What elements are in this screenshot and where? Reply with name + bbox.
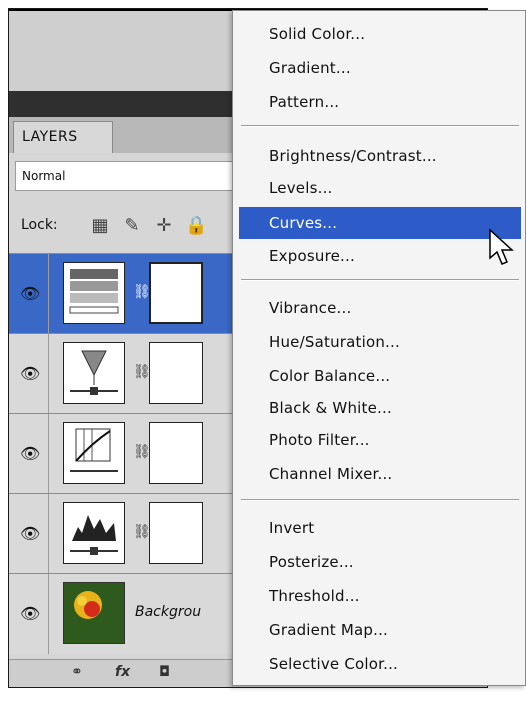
menu-separator [241, 279, 519, 281]
menu-item-gradient-map[interactable]: Gradient Map... [239, 615, 521, 645]
lock-transparent-icon[interactable]: ▦ [89, 215, 111, 237]
fx-icon[interactable]: fx [115, 664, 130, 680]
menu-item-pattern[interactable]: Pattern... [239, 87, 521, 117]
mask-icon[interactable]: ◘ [159, 664, 170, 680]
menu-item-selective-color[interactable]: Selective Color... [239, 649, 521, 679]
menu-item-curves[interactable]: Curves... [239, 207, 521, 239]
menu-item-brightness-contrast[interactable]: Brightness/Contrast... [239, 141, 521, 171]
menu-item-threshold[interactable]: Threshold... [239, 581, 521, 611]
mouse-cursor-icon [489, 228, 514, 265]
layer-name-background[interactable]: Backgrou [135, 604, 201, 620]
eye-icon: 👁 [20, 364, 41, 383]
menu-item-vibrance[interactable]: Vibrance... [239, 293, 521, 323]
visibility-toggle[interactable]: 👁 [9, 494, 49, 574]
menu-item-photo-filter[interactable]: Photo Filter... [239, 425, 521, 455]
visibility-toggle[interactable]: 👁 [9, 334, 49, 414]
menu-item-hue-saturation[interactable]: Hue/Saturation... [239, 327, 521, 357]
menu-item-color-balance[interactable]: Color Balance... [239, 361, 521, 391]
layer-mask-thumbnail[interactable] [149, 342, 203, 404]
layer-mask-thumbnail[interactable] [149, 262, 203, 324]
visibility-toggle[interactable]: 👁 [9, 254, 49, 334]
menu-item-levels[interactable]: Levels... [239, 173, 521, 203]
eye-icon: 👁 [20, 444, 41, 463]
lock-label: Lock: [21, 217, 58, 233]
menu-item-invert[interactable]: Invert [239, 513, 521, 543]
curves-adjustment-icon [63, 422, 125, 484]
layer-mask-thumbnail[interactable] [149, 502, 203, 564]
menu-item-gradient[interactable]: Gradient... [239, 53, 521, 83]
menu-item-exposure[interactable]: Exposure... [239, 241, 521, 271]
gradient-adjustment-icon [63, 262, 125, 324]
visibility-toggle[interactable]: 👁 [9, 574, 49, 654]
lock-all-icon[interactable]: 🔒 [185, 215, 207, 237]
lock-brush-icon[interactable]: ✎ [121, 215, 143, 237]
menu-item-posterize[interactable]: Posterize... [239, 547, 521, 577]
eye-icon: 👁 [20, 524, 41, 543]
menu-item-solid-color[interactable]: Solid Color... [239, 19, 521, 49]
levels-adjustment-icon [63, 502, 125, 564]
lock-position-icon[interactable]: ✛ [153, 215, 175, 237]
gradient-map-adjustment-icon [63, 342, 125, 404]
menu-separator [241, 125, 519, 127]
layer-mask-thumbnail[interactable] [149, 422, 203, 484]
link-icon[interactable]: ⚭ [71, 664, 83, 680]
flower-photo-thumbnail [63, 582, 125, 644]
menu-item-channel-mixer[interactable]: Channel Mixer... [239, 459, 521, 489]
menu-separator [241, 499, 519, 501]
menu-item-black-white[interactable]: Black & White... [239, 393, 521, 423]
tab-layers[interactable]: LAYERS [13, 121, 113, 153]
eye-icon: 👁 [20, 604, 41, 623]
eye-icon: 👁 [20, 284, 41, 303]
visibility-toggle[interactable]: 👁 [9, 414, 49, 494]
adjustment-layer-menu: Solid Color... Gradient... Pattern... Br… [232, 10, 526, 686]
